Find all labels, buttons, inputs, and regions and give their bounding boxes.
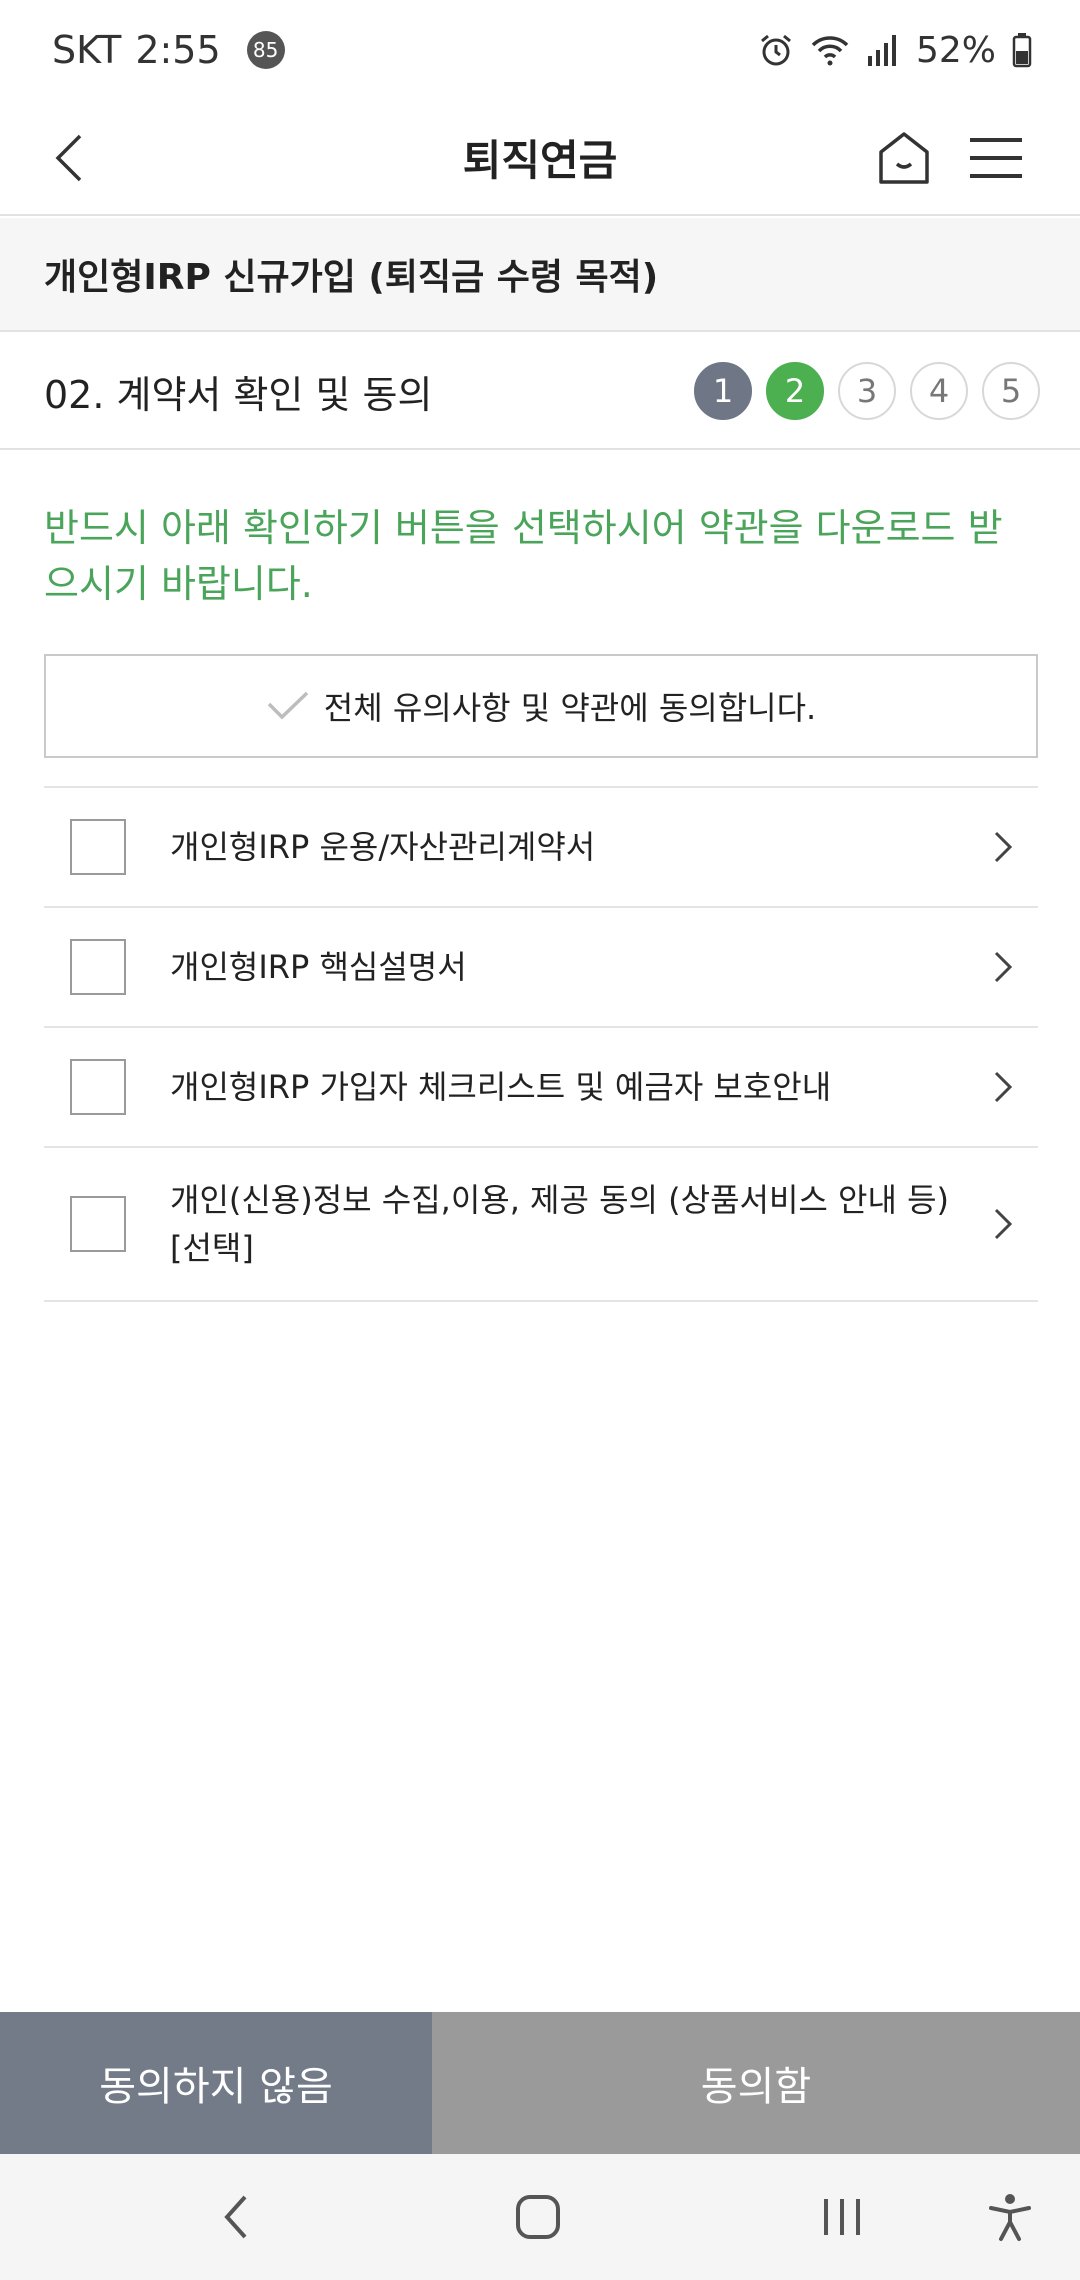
nav-accessibility-button[interactable]: [970, 2182, 1050, 2252]
agreement-label: 개인형IRP 가입자 체크리스트 및 예금자 보호안내: [170, 1068, 832, 1106]
wifi-icon: [810, 32, 850, 68]
accessibility-icon: [989, 2194, 1031, 2241]
agreement-checkbox[interactable]: [70, 1196, 126, 1252]
step-title: 02. 계약서 확인 및 동의: [44, 372, 433, 417]
step-1: 1: [694, 362, 752, 420]
step-bar: 02. 계약서 확인 및 동의 1 2 3 4 5: [0, 334, 1080, 450]
battery-icon: [1012, 32, 1032, 68]
agreement-checkbox[interactable]: [70, 939, 126, 995]
clock: 2:55: [135, 28, 221, 72]
step-3: 3: [838, 362, 896, 420]
home-square-icon: [516, 2195, 560, 2239]
nav-recent-apps-button[interactable]: [802, 2182, 882, 2252]
agreement-item-checklist[interactable]: 개인형IRP 가입자 체크리스트 및 예금자 보호안내: [44, 1028, 1038, 1148]
bottom-action-bar: 동의하지 않음 동의함: [0, 2012, 1080, 2154]
step-2: 2: [766, 362, 824, 420]
section-title: 개인형IRP 신규가입 (퇴직금 수령 목적): [0, 218, 1080, 332]
agreement-checkbox[interactable]: [70, 1059, 126, 1115]
agree-button[interactable]: 동의함: [432, 2012, 1080, 2154]
home-button[interactable]: [864, 118, 944, 198]
signal-icon: [866, 32, 900, 68]
agree-all-button[interactable]: 전체 유의사항 및 약관에 동의합니다.: [44, 654, 1038, 758]
back-button[interactable]: [30, 118, 110, 198]
chevron-right-icon[interactable]: [992, 829, 1016, 865]
status-right: 52%: [758, 30, 1032, 71]
step-5: 5: [982, 362, 1040, 420]
agreement-label: 개인(신용)정보 수집,이용, 제공 동의 (상품서비스 안내 등) [선택]: [170, 1181, 949, 1267]
step-indicator: 1 2 3 4 5: [694, 362, 1040, 420]
agreement-item-personal-info[interactable]: 개인(신용)정보 수집,이용, 제공 동의 (상품서비스 안내 등) [선택]: [44, 1148, 1038, 1302]
agreement-label: 개인형IRP 핵심설명서: [170, 948, 467, 986]
battery-level: 52%: [915, 29, 996, 71]
agree-all-label: 전체 유의사항 및 약관에 동의합니다.: [323, 689, 817, 727]
chevron-right-icon[interactable]: [992, 949, 1016, 985]
home-icon: [879, 132, 929, 184]
agreement-item-management-contract[interactable]: 개인형IRP 운용/자산관리계약서: [44, 788, 1038, 908]
alarm-icon: [758, 32, 794, 68]
notification-badge: 85: [246, 31, 285, 69]
chevron-left-icon: [224, 2195, 247, 2239]
system-navigation-bar: [0, 2154, 1080, 2280]
download-notice: 반드시 아래 확인하기 버튼을 선택하시어 약관을 다운로드 받으시기 바랍니다…: [44, 506, 1003, 606]
chevron-right-icon[interactable]: [992, 1206, 1016, 1242]
hamburger-menu-icon: [970, 138, 1022, 178]
step-4: 4: [910, 362, 968, 420]
status-bar: SKT 2:55 85 52%: [0, 0, 1080, 100]
agreement-checkbox[interactable]: [70, 819, 126, 875]
app-header: 퇴직연금: [0, 100, 1080, 216]
carrier-label: SKT: [52, 28, 122, 72]
disagree-button[interactable]: 동의하지 않음: [0, 2012, 432, 2154]
chevron-left-icon: [55, 134, 82, 182]
agreement-item-key-description[interactable]: 개인형IRP 핵심설명서: [44, 908, 1038, 1028]
page: SKT 2:55 85 52% 퇴직연금 개인형IRP 신규가입 (퇴직금 수령…: [0, 0, 1080, 2280]
recent-apps-icon: [824, 2199, 860, 2235]
agreement-list: 개인형IRP 운용/자산관리계약서 개인형IRP 핵심설명서 개인형IRP 가입…: [44, 786, 1038, 1302]
checkmark-icon: [267, 691, 308, 720]
nav-back-button[interactable]: [196, 2182, 276, 2252]
chevron-right-icon[interactable]: [992, 1069, 1016, 1105]
status-left: SKT 2:55 85: [52, 28, 285, 72]
menu-button[interactable]: [956, 118, 1036, 198]
agreement-label: 개인형IRP 운용/자산관리계약서: [170, 828, 596, 866]
nav-home-button[interactable]: [498, 2182, 578, 2252]
